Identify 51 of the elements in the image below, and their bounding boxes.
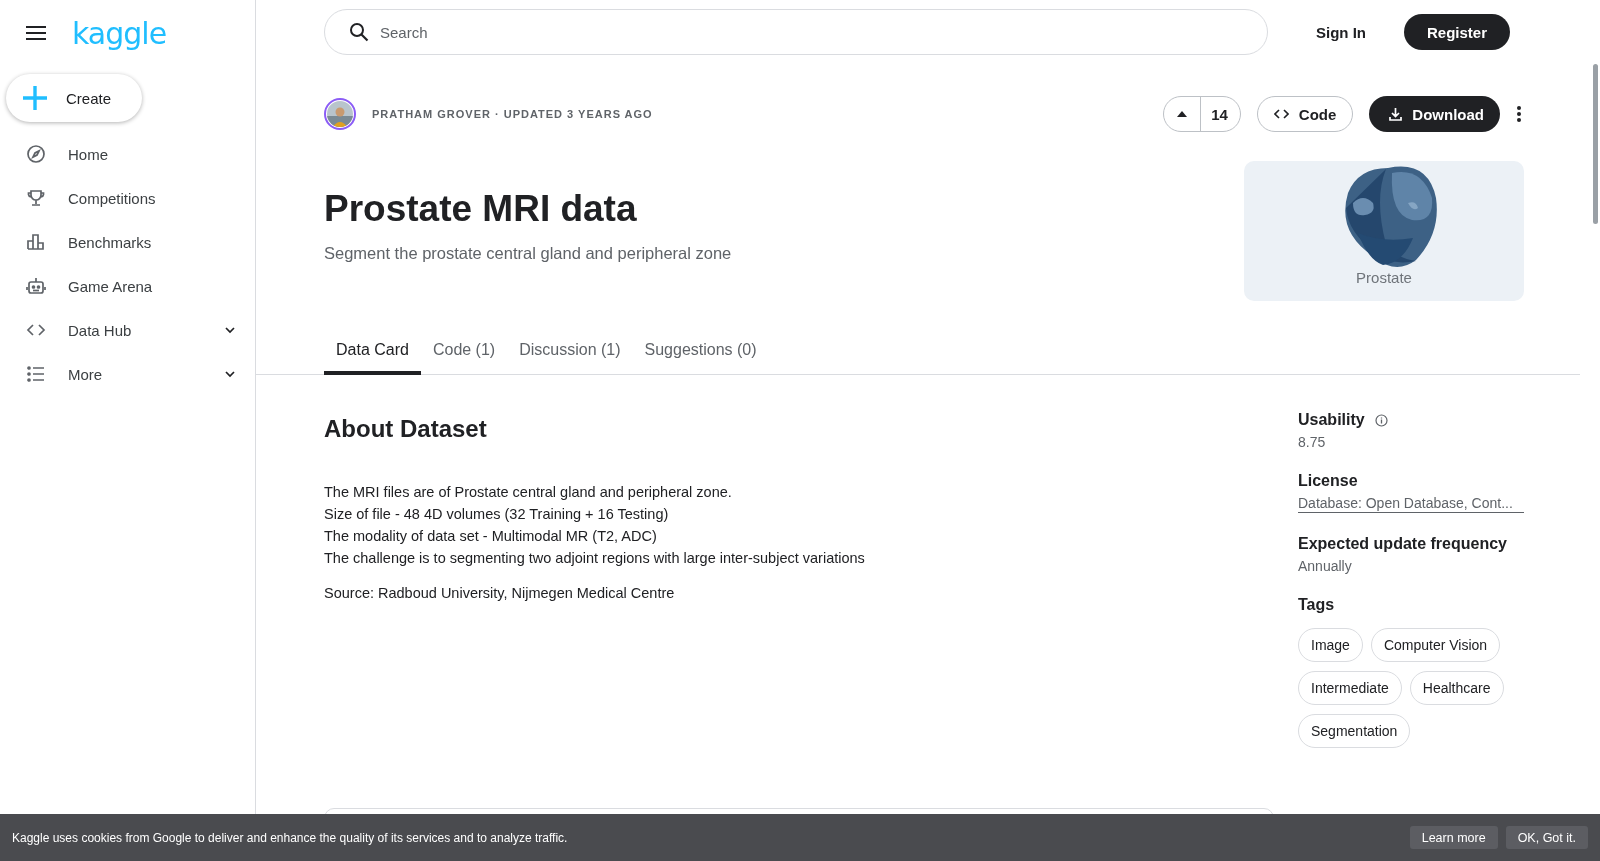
list-icon <box>26 364 46 384</box>
sign-in-button[interactable]: Sign In <box>1304 15 1378 49</box>
author-byline: PRATHAM GROVER · UPDATED 3 YEARS AGO <box>372 108 653 120</box>
search-field[interactable]: Search <box>324 9 1268 55</box>
create-button[interactable]: Create <box>6 74 142 122</box>
meta-value: 8.75 <box>1298 434 1327 450</box>
dataset-title: Prostate MRI data <box>324 188 638 230</box>
caret-up-icon <box>1177 111 1188 117</box>
register-button[interactable]: Register <box>1404 14 1511 50</box>
tab[interactable]: Data Card <box>324 333 421 375</box>
sidebar-item[interactable]: Data Hub <box>0 308 255 352</box>
bar-chart-icon <box>26 232 46 252</box>
sidebar-item[interactable]: Game Arena <box>0 264 255 308</box>
learn-more-button[interactable]: Learn more <box>1409 826 1498 849</box>
sidebar-item[interactable]: Home <box>0 132 255 176</box>
description-line: Size of file - 48 4D volumes (32 Training + 16 Testing) <box>324 505 670 524</box>
source-text: Source: Radboud University, Nijmegen Medical Centre <box>324 585 676 601</box>
meta-value: Annually <box>1298 558 1353 574</box>
info-icon[interactable] <box>1374 413 1388 427</box>
menu-icon[interactable] <box>26 26 46 40</box>
search-icon <box>349 22 369 42</box>
license-link[interactable]: Database: Open Database, Cont... <box>1298 495 1524 513</box>
meta-label: License <box>1298 472 1358 490</box>
robot-icon <box>26 276 46 296</box>
dataset-subtitle: Segment the prostate central gland and peripheral zone <box>324 244 732 263</box>
description-line: The challenge is to segmenting two adjoint regions with large inter-subject variations <box>324 549 865 568</box>
chevron-down-icon[interactable] <box>225 370 235 378</box>
download-button[interactable]: Download <box>1369 96 1500 132</box>
meta-label: Tags <box>1298 596 1335 614</box>
download-icon <box>1389 107 1403 121</box>
tab[interactable]: Discussion (1) <box>507 333 633 375</box>
code-button[interactable]: Code <box>1256 96 1354 132</box>
sidebar-item[interactable]: Competitions <box>0 176 255 220</box>
section-heading: About Dataset <box>324 415 488 443</box>
chevron-down-icon[interactable] <box>225 326 235 334</box>
sidebar-item[interactable]: More <box>0 352 255 396</box>
description-line: The modality of data set - Multimodal MR (T2, ADC) <box>324 527 658 546</box>
thumbnail-caption: Prostate <box>1356 269 1412 286</box>
tab[interactable]: Code (1) <box>420 333 508 375</box>
meta-label: Expected update frequency <box>1298 535 1507 553</box>
meta-label: Usability <box>1298 411 1365 429</box>
plus-icon <box>22 85 48 111</box>
tab[interactable]: Suggestions (0) <box>632 333 769 375</box>
compass-icon <box>26 144 46 164</box>
sidebar-item[interactable]: Benchmarks <box>0 220 255 264</box>
ok-button[interactable]: OK, Got it. <box>1505 826 1588 849</box>
more-options-icon[interactable] <box>1516 105 1522 123</box>
trophy-icon <box>26 188 46 208</box>
cookie-notice: Kaggle uses cookies from Google to deliver and enhance the quality of its services and to analyze traffic. <box>12 830 569 845</box>
description-line: The MRI files are of Prostate central gland and peripheral zone. <box>324 483 733 502</box>
code-icon <box>1273 109 1289 119</box>
